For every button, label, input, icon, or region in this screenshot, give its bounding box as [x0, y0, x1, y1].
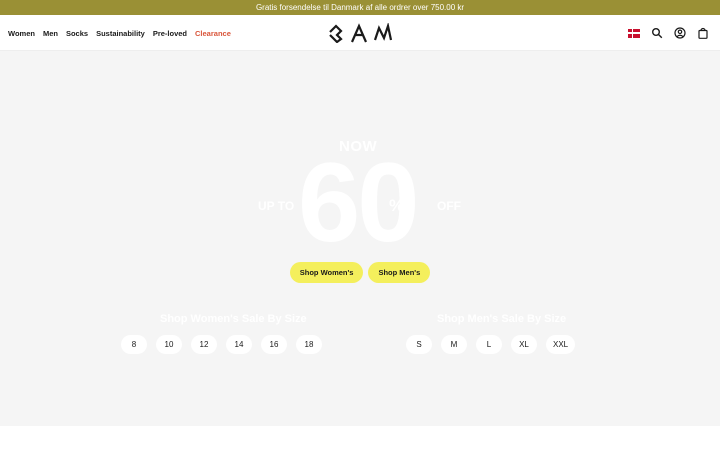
- page-bottom-area: [0, 426, 720, 450]
- nav-link-men[interactable]: Men: [43, 29, 58, 38]
- hero-up-to-text: UP TO: [258, 199, 295, 213]
- women-size-10[interactable]: 10: [156, 335, 182, 354]
- nav-link-clearance[interactable]: Clearance: [195, 29, 231, 38]
- shop-mens-button[interactable]: Shop Men's: [368, 262, 431, 283]
- women-size-heading: Shop Women's Sale By Size: [160, 313, 307, 325]
- account-icon[interactable]: [674, 27, 686, 39]
- nav-icons: [628, 15, 709, 51]
- women-size-14[interactable]: 14: [226, 335, 252, 354]
- nav-link-pre-loved[interactable]: Pre-loved: [153, 29, 187, 38]
- nav-link-socks[interactable]: Socks: [66, 29, 88, 38]
- hero-percent-sign: %: [389, 196, 405, 215]
- women-size-8[interactable]: 8: [121, 335, 147, 354]
- brand-logo[interactable]: [327, 23, 393, 43]
- men-size-s[interactable]: S: [406, 335, 432, 354]
- denmark-flag-icon[interactable]: [628, 28, 640, 38]
- men-size-xxl[interactable]: XXL: [546, 335, 576, 354]
- announcement-bar: Gratis forsendelse til Danmark af alle o…: [0, 0, 720, 15]
- shop-buttons: Shop Women's Shop Men's: [0, 262, 720, 283]
- search-icon[interactable]: [651, 27, 663, 39]
- men-size-l[interactable]: L: [476, 335, 502, 354]
- men-size-heading: Shop Men's Sale By Size: [437, 313, 567, 325]
- men-size-m[interactable]: M: [441, 335, 467, 354]
- nav-link-sustainability[interactable]: Sustainability: [96, 29, 145, 38]
- main-navigation: Women Men Socks Sustainability Pre-loved…: [0, 15, 720, 51]
- women-size-12[interactable]: 12: [191, 335, 217, 354]
- sale-hero: NOW UP TO 60 % OFF Shop Women's Shop Men…: [0, 51, 720, 426]
- women-size-16[interactable]: 16: [261, 335, 287, 354]
- hero-off-text: OFF: [437, 199, 461, 213]
- shop-womens-button[interactable]: Shop Women's: [289, 262, 364, 283]
- women-size-18[interactable]: 18: [296, 335, 322, 354]
- nav-links: Women Men Socks Sustainability Pre-loved…: [8, 15, 231, 51]
- nav-link-women[interactable]: Women: [8, 29, 35, 38]
- men-size-xl[interactable]: XL: [511, 335, 537, 354]
- bag-icon[interactable]: [697, 27, 709, 39]
- women-size-list: 8 10 12 14 16 18: [121, 335, 322, 354]
- men-size-list: S M L XL XXL: [406, 335, 576, 354]
